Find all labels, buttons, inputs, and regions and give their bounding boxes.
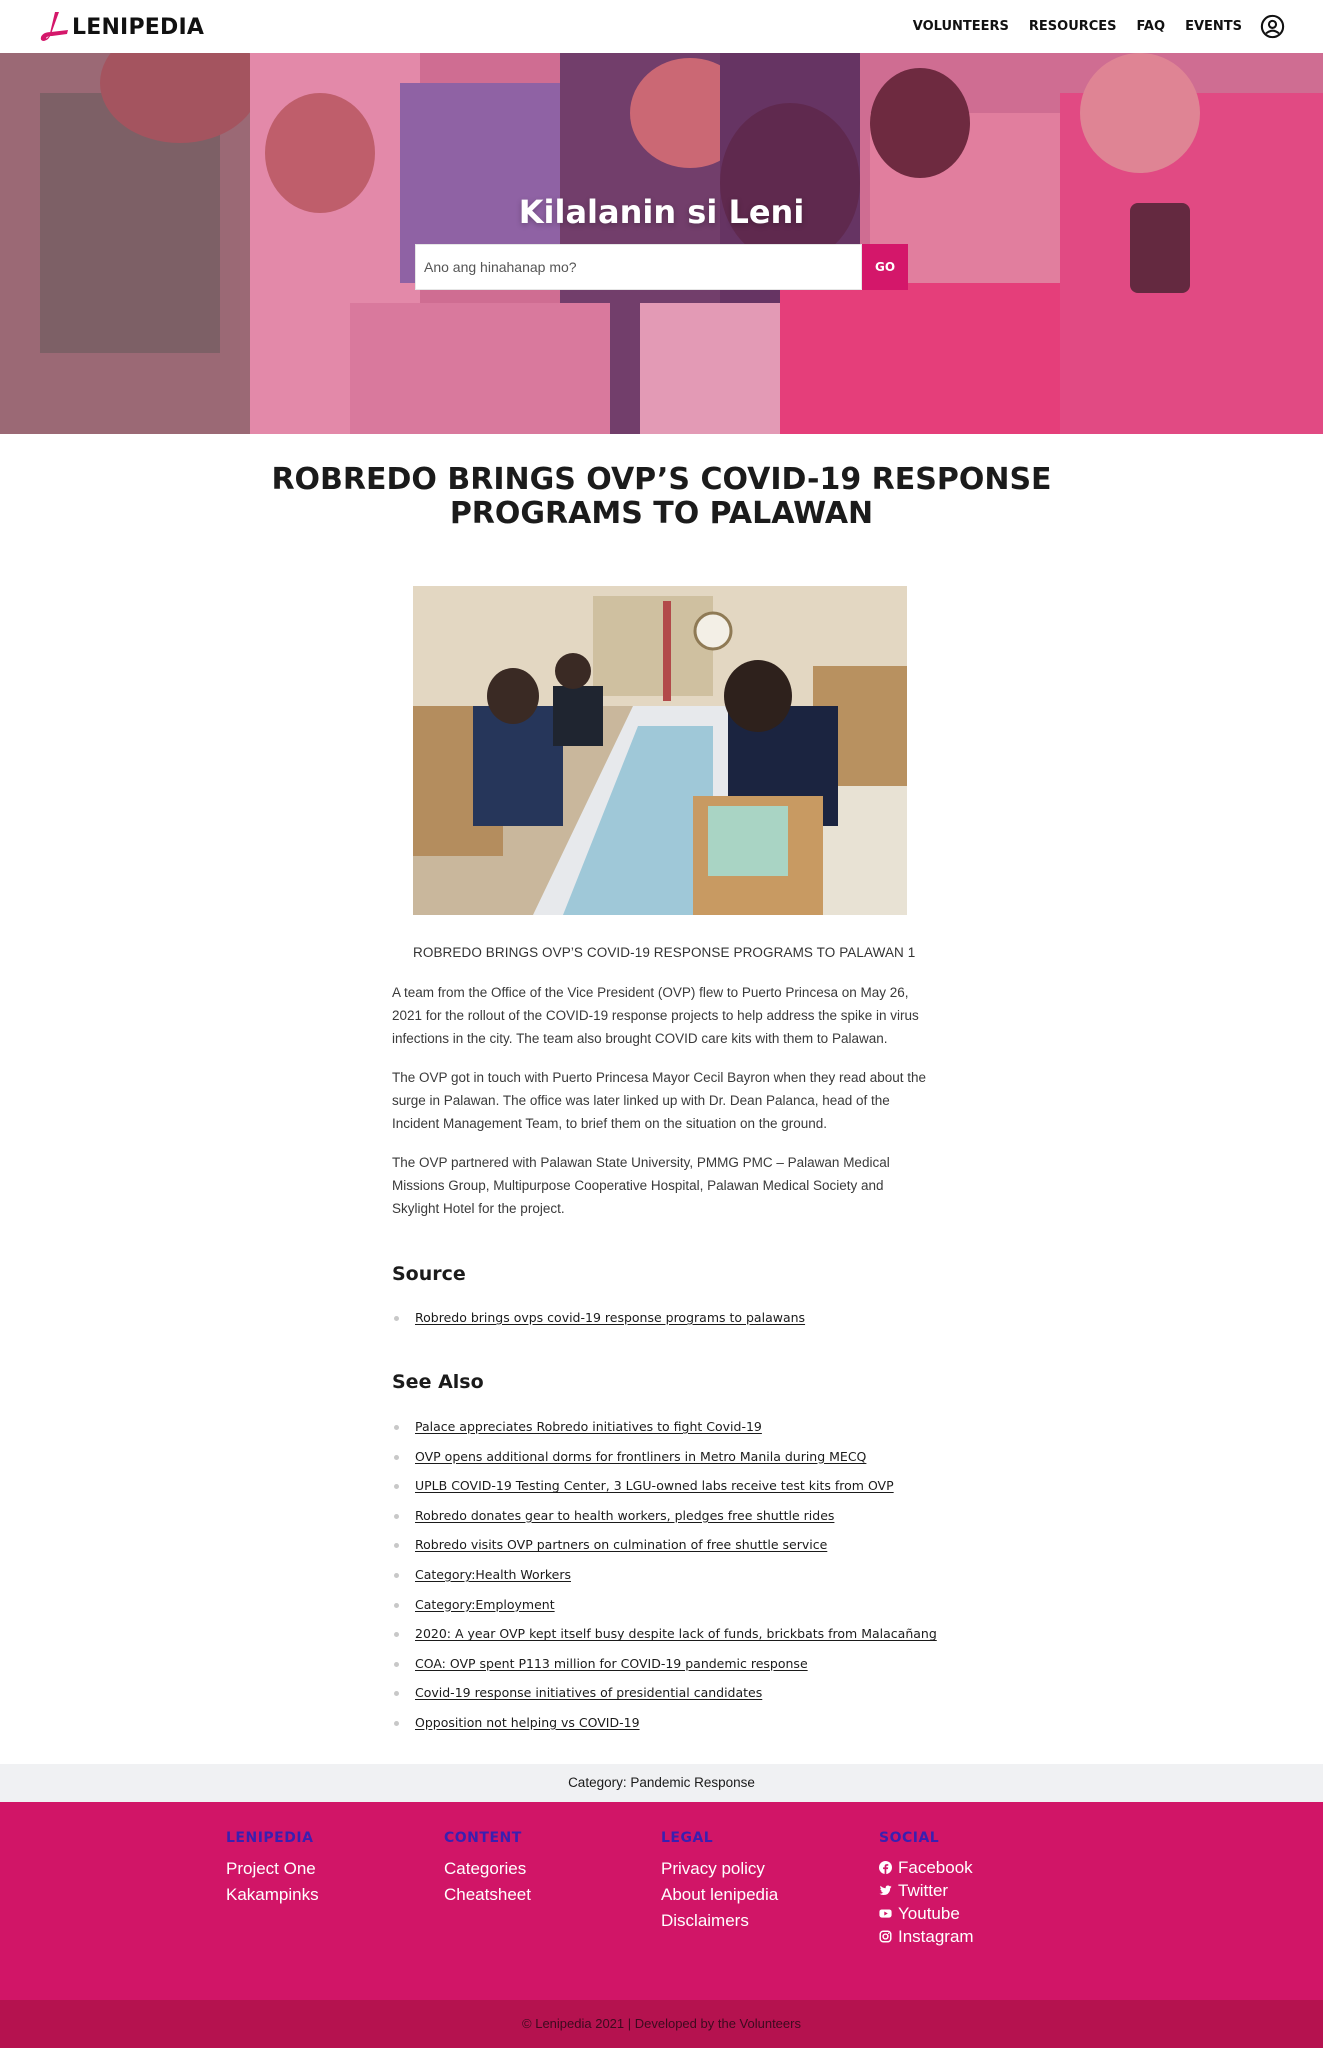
- see-also-link[interactable]: Robredo visits OVP partners on culminati…: [415, 1537, 827, 1552]
- see-also-link[interactable]: Opposition not helping vs COVID-19: [415, 1715, 640, 1730]
- facebook-label: Facebook: [898, 1858, 973, 1877]
- lenipedia-logo-link[interactable]: LENIPEDIA: [38, 10, 204, 44]
- see-also-heading: See Also: [392, 1371, 484, 1393]
- article-photo: [413, 586, 907, 915]
- footer-column-content: CONTENT Categories Cheatsheet: [444, 1830, 531, 1908]
- source-list: Robredo brings ovps covid-19 response pr…: [392, 1309, 805, 1339]
- instagram-label: Instagram: [898, 1927, 974, 1946]
- list-item: Covid-19 response initiatives of preside…: [392, 1684, 937, 1714]
- see-also-link[interactable]: Category:Health Workers: [415, 1567, 571, 1582]
- source-link[interactable]: Robredo brings ovps covid-19 response pr…: [415, 1310, 805, 1325]
- footer-link[interactable]: Project One: [226, 1856, 319, 1882]
- list-item: Category:Health Workers: [392, 1566, 937, 1596]
- list-item: UPLB COVID-19 Testing Center, 3 LGU-owne…: [392, 1477, 937, 1507]
- twitter-label: Twitter: [898, 1881, 949, 1900]
- see-also-link[interactable]: COA: OVP spent P113 million for COVID-19…: [415, 1656, 808, 1671]
- covid-kits-photo: [413, 586, 907, 915]
- top-navbar: LENIPEDIA VOLUNTEERS RESOURCES FAQ EVENT…: [0, 0, 1323, 53]
- lenipedia-logo-icon: [40, 12, 68, 41]
- footer-heading: CONTENT: [444, 1830, 522, 1846]
- nav-events[interactable]: EVENTS: [1185, 19, 1242, 34]
- footer-heading: LENIPEDIA: [226, 1830, 314, 1846]
- list-item: OVP opens additional dorms for frontline…: [392, 1448, 937, 1478]
- copyright-bar: © Lenipedia 2021 | Developed by the Volu…: [0, 2000, 1323, 2048]
- see-also-list: Palace appreciates Robredo initiatives t…: [392, 1418, 937, 1744]
- hero-title: Kilalanin si Leni: [518, 193, 805, 231]
- site-footer: LENIPEDIA Project One Kakampinks CONTENT…: [0, 1802, 1323, 2000]
- search-go-button[interactable]: GO: [862, 244, 908, 290]
- list-item: 2020: A year OVP kept itself busy despit…: [392, 1625, 937, 1655]
- article-paragraph: The OVP got in touch with Puerto Princes…: [392, 1070, 927, 1131]
- hero-banner: Kilalanin si Leni GO: [0, 53, 1323, 434]
- see-also-link[interactable]: Covid-19 response initiatives of preside…: [415, 1685, 762, 1700]
- search-input[interactable]: [415, 244, 862, 290]
- facebook-link[interactable]: Facebook: [879, 1856, 974, 1879]
- search-form: GO: [415, 244, 908, 290]
- footer-link[interactable]: Privacy policy: [661, 1856, 778, 1882]
- see-also-link[interactable]: Robredo donates gear to health workers, …: [415, 1508, 834, 1523]
- youtube-icon: [879, 1909, 892, 1918]
- facebook-icon: [879, 1861, 892, 1874]
- article-paragraph: A team from the Office of the Vice Presi…: [392, 985, 919, 1046]
- list-item: Category:Employment: [392, 1596, 937, 1626]
- list-item: Opposition not helping vs COVID-19: [392, 1714, 937, 1744]
- category-bar: Category: Pandemic Response: [0, 1764, 1323, 1802]
- see-also-link[interactable]: Palace appreciates Robredo initiatives t…: [415, 1419, 762, 1434]
- nav-volunteers[interactable]: VOLUNTEERS: [913, 19, 1009, 34]
- footer-column-legal: LEGAL Privacy policy About lenipedia Dis…: [661, 1830, 778, 1934]
- list-item: Robredo visits OVP partners on culminati…: [392, 1536, 937, 1566]
- list-item: Robredo donates gear to health workers, …: [392, 1507, 937, 1537]
- footer-link[interactable]: About lenipedia: [661, 1882, 778, 1908]
- list-item: COA: OVP spent P113 million for COVID-19…: [392, 1655, 937, 1685]
- twitter-link[interactable]: Twitter: [879, 1879, 974, 1902]
- footer-heading: SOCIAL: [879, 1830, 940, 1846]
- nav-faq[interactable]: FAQ: [1137, 19, 1166, 34]
- footer-link[interactable]: Disclaimers: [661, 1908, 778, 1934]
- nav-resources[interactable]: RESOURCES: [1029, 19, 1117, 34]
- main-nav: VOLUNTEERS RESOURCES FAQ EVENTS: [893, 0, 1285, 53]
- footer-column-social: SOCIAL Facebook Twitter Youtube Instagra…: [879, 1830, 974, 1948]
- category-label: Category:: [568, 1775, 627, 1790]
- twitter-icon: [879, 1885, 892, 1896]
- footer-column-lenipedia: LENIPEDIA Project One Kakampinks: [226, 1830, 319, 1908]
- article-paragraph: The OVP partnered with Palawan State Uni…: [392, 1155, 890, 1216]
- see-also-link[interactable]: Category:Employment: [415, 1597, 555, 1612]
- category-link[interactable]: Pandemic Response: [630, 1775, 755, 1790]
- youtube-link[interactable]: Youtube: [879, 1902, 974, 1925]
- image-caption: ROBREDO BRINGS OVP’S COVID-19 RESPONSE P…: [413, 945, 916, 960]
- footer-link[interactable]: Kakampinks: [226, 1882, 319, 1908]
- source-heading: Source: [392, 1263, 466, 1285]
- instagram-link[interactable]: Instagram: [879, 1925, 974, 1948]
- instagram-icon: [879, 1930, 892, 1943]
- user-circle-icon[interactable]: [1260, 14, 1285, 39]
- logo-text: LENIPEDIA: [72, 14, 205, 40]
- see-also-link[interactable]: UPLB COVID-19 Testing Center, 3 LGU-owne…: [415, 1478, 894, 1493]
- youtube-label: Youtube: [898, 1904, 960, 1923]
- see-also-link[interactable]: 2020: A year OVP kept itself busy despit…: [415, 1626, 937, 1641]
- footer-link[interactable]: Cheatsheet: [444, 1882, 531, 1908]
- list-item: Palace appreciates Robredo initiatives t…: [392, 1418, 937, 1448]
- article-title: ROBREDO BRINGS OVP’S COVID-19 RESPONSE P…: [271, 462, 1052, 531]
- footer-heading: LEGAL: [661, 1830, 714, 1846]
- footer-link[interactable]: Categories: [444, 1856, 531, 1882]
- see-also-link[interactable]: OVP opens additional dorms for frontline…: [415, 1449, 866, 1464]
- list-item: Robredo brings ovps covid-19 response pr…: [392, 1309, 805, 1339]
